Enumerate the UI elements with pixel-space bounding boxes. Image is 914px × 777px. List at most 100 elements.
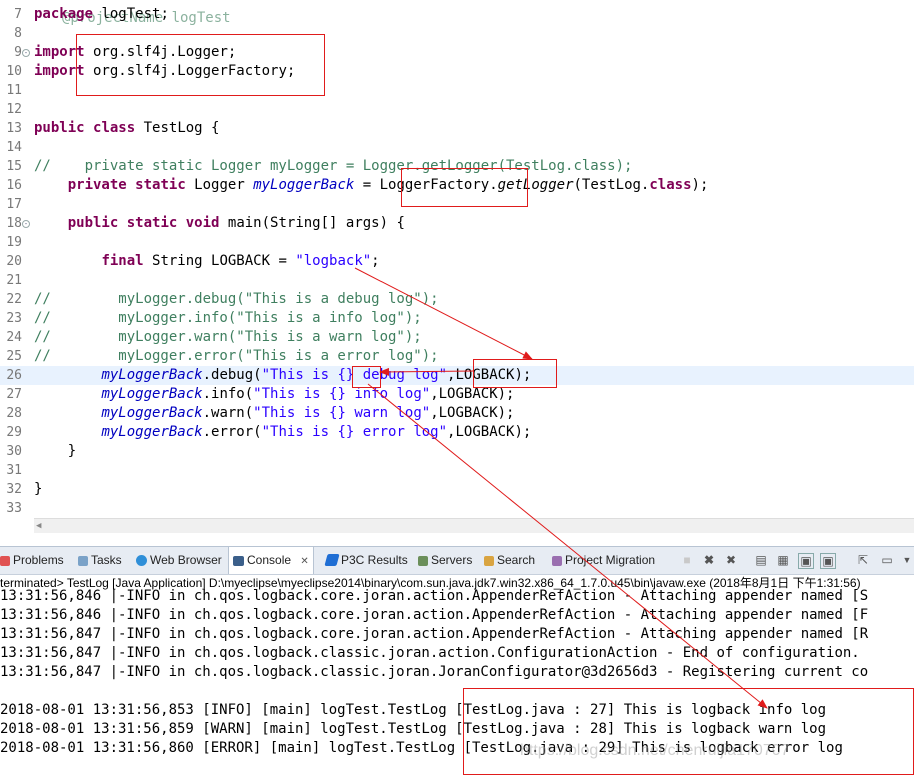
annotation-box-loggerfactory	[401, 168, 528, 207]
line-number: 26	[6, 368, 22, 383]
line-number: 30	[6, 444, 22, 459]
code-text: // myLogger.error("This is a error log")…	[34, 348, 439, 364]
code-line[interactable]: 14	[0, 138, 914, 157]
tasks-icon	[78, 556, 88, 566]
line-number: 33	[6, 501, 22, 516]
line-number: 23	[6, 311, 22, 326]
watermark: https://blog.csdn.net/chenruijia170707	[520, 742, 790, 759]
fold-toggle-icon[interactable]: -	[22, 49, 30, 57]
code-text: public class TestLog {	[34, 120, 220, 136]
tab-search[interactable]: Search	[484, 547, 535, 574]
code-text: myLoggerBack.debug("This is {} debug log…	[101, 367, 532, 383]
search-icon	[484, 556, 494, 566]
globe-icon	[136, 555, 147, 566]
code-line[interactable]: 28 myLoggerBack.warn("This is {} warn lo…	[0, 404, 914, 423]
line-number: 18	[6, 216, 22, 231]
code-line[interactable]: 29 myLoggerBack.error("This is {} error …	[0, 423, 914, 442]
console-line: 13:31:56,847 |-INFO in ch.qos.logback.co…	[0, 626, 869, 642]
clear-console-icon[interactable]: ▤	[754, 553, 768, 567]
console-icon	[233, 556, 244, 566]
pin-console-icon[interactable]: ⇱	[856, 553, 870, 567]
p3c-icon	[324, 554, 340, 566]
code-text: package logTest;	[34, 6, 169, 22]
tab-problems-label: Problems	[13, 553, 64, 567]
line-number: 32	[6, 482, 22, 497]
line-number: 10	[6, 64, 22, 79]
stop-icon[interactable]: ■	[680, 553, 694, 567]
tab-search-label: Search	[497, 553, 536, 567]
line-number: 19	[6, 235, 22, 250]
code-line[interactable]: 33	[0, 499, 914, 518]
tab-project-migration[interactable]: Project Migration	[552, 547, 655, 574]
line-number: 14	[6, 140, 22, 155]
horizontal-scrollbar[interactable]: ◀	[34, 518, 914, 533]
tab-tasks-label: Tasks	[91, 553, 122, 567]
code-line[interactable]: 19	[0, 233, 914, 252]
code-text: myLoggerBack.warn("This is {} warn log",…	[101, 405, 515, 421]
line-number: 21	[6, 273, 22, 288]
code-text: // myLogger.info("This is a info log");	[34, 310, 422, 326]
line-number: 28	[6, 406, 22, 421]
code-line[interactable]: 27 myLoggerBack.info("This is {} info lo…	[0, 385, 914, 404]
code-line[interactable]: 31	[0, 461, 914, 480]
line-number: 22	[6, 292, 22, 307]
line-number: 13	[6, 121, 22, 136]
tab-console-label: Console	[247, 553, 292, 567]
tab-servers[interactable]: Servers	[418, 547, 472, 574]
tab-p3c-results[interactable]: P3C Results	[324, 547, 408, 574]
annotation-box-imports	[76, 34, 325, 96]
annotation-box-placeholder	[352, 366, 381, 388]
scroll-left-icon[interactable]: ◀	[36, 521, 41, 531]
code-line[interactable]: 12	[0, 100, 914, 119]
remove-all-icon[interactable]: ✖	[724, 553, 738, 567]
line-number: 16	[6, 178, 22, 193]
scroll-lock-icon[interactable]: ▦	[776, 553, 790, 567]
line-number: 8	[14, 26, 22, 41]
line-number: 29	[6, 425, 22, 440]
code-line[interactable]: 32}	[0, 480, 914, 499]
code-text: myLoggerBack.error("This is {} error log…	[101, 424, 532, 440]
line-number: 7	[14, 7, 22, 22]
code-line[interactable]: 25 // myLogger.error("This is a error log…	[0, 347, 914, 366]
code-line[interactable]: 20 final String LOGBACK = "logback";	[0, 252, 914, 271]
code-line[interactable]: 24 // myLogger.warn("This is a warn log")…	[0, 328, 914, 347]
tab-console[interactable]: Console ✕	[228, 547, 314, 574]
code-line[interactable]: 30 }	[0, 442, 914, 461]
tab-servers-label: Servers	[431, 553, 473, 567]
tab-problems[interactable]: Problems	[0, 547, 64, 574]
code-text: }	[34, 443, 77, 459]
line-number: 11	[6, 83, 22, 98]
console-line: 13:31:56,846 |-INFO in ch.qos.logback.co…	[0, 588, 869, 604]
tab-web-browser[interactable]: Web Browser	[136, 547, 222, 574]
tab-tasks[interactable]: Tasks	[78, 547, 122, 574]
annotation-box-logback-arg	[473, 359, 557, 388]
problems-icon	[0, 556, 10, 566]
line-number: 20	[6, 254, 22, 269]
code-text: myLoggerBack.info("This is {} info log",…	[101, 386, 515, 402]
close-icon[interactable]: ✕	[300, 556, 308, 567]
code-line[interactable]: 13 public class TestLog {	[0, 119, 914, 138]
code-line[interactable]: 7 package logTest;	[0, 5, 914, 24]
code-line[interactable]: 23 // myLogger.info("This is a info log")…	[0, 309, 914, 328]
code-line[interactable]: 21	[0, 271, 914, 290]
show-on-output-icon[interactable]: ▣	[798, 553, 814, 569]
code-line[interactable]: 22 // myLogger.debug("This is a debug log…	[0, 290, 914, 309]
show-on-error-icon[interactable]: ▣	[820, 553, 836, 569]
display-console-icon[interactable]: ▭	[880, 553, 894, 567]
fold-toggle-icon[interactable]: -	[22, 220, 30, 228]
code-text: public static void main(String[] args) {	[67, 215, 405, 231]
annotation-box-output	[463, 688, 914, 775]
tab-web-browser-label: Web Browser	[150, 553, 222, 567]
line-number: 24	[6, 330, 22, 345]
bottom-panel-tabbar: Problems Tasks Web Browser Console ✕ P3C…	[0, 546, 914, 575]
migration-icon	[552, 556, 562, 566]
line-number: 12	[6, 102, 22, 117]
tab-p3c-results-label: P3C Results	[341, 553, 408, 567]
line-number: 9	[14, 45, 22, 60]
remove-launch-icon[interactable]: ✖	[702, 553, 716, 567]
code-line[interactable]: 26 myLoggerBack.debug("This is {} debug …	[0, 366, 914, 385]
chevron-down-icon[interactable]: ▼	[900, 553, 914, 567]
line-number: 17	[6, 197, 22, 212]
code-line[interactable]: 18- public static void main(String[] arg…	[0, 214, 914, 233]
servers-icon	[418, 556, 428, 566]
